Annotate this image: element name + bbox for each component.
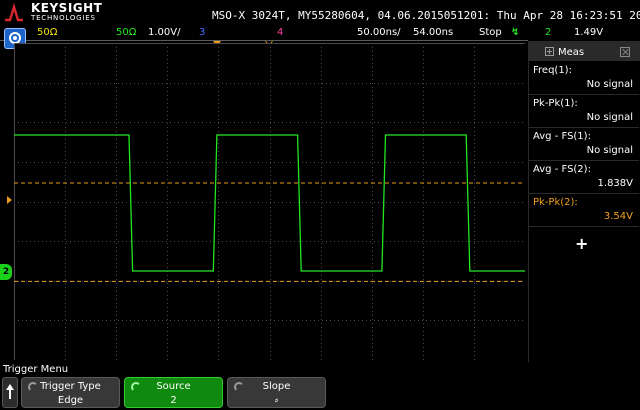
menu-title: Trigger Menu [3, 364, 69, 375]
softkey-value: 2 [170, 395, 177, 406]
meas-label: Pk-Pk(1): [533, 98, 578, 109]
close-icon[interactable] [620, 47, 630, 57]
graticule-background [14, 43, 525, 360]
meas-value: No signal [586, 112, 633, 123]
meas-item-pkpk-2[interactable]: Pk-Pk(2): 3.54V [529, 194, 639, 227]
meas-value: No signal [586, 79, 633, 90]
softkey-source[interactable]: Source 2 [124, 377, 223, 408]
meas-item-pkpk-1[interactable]: Pk-Pk(1): No signal [529, 95, 639, 128]
trigger-source[interactable]: 2 [545, 27, 551, 38]
softkey-slope[interactable]: Slope ⸗ [227, 377, 326, 408]
timebase-scale[interactable]: 50.00ns/ [357, 27, 401, 38]
meas-label: Avg - FS(1): [533, 131, 591, 142]
status-bar [0, 24, 640, 41]
ch4-indicator[interactable]: 4 [277, 27, 283, 38]
trigger-level-marker-icon [7, 196, 12, 204]
waveform-display[interactable] [14, 43, 525, 360]
meas-value: 3.54V [603, 211, 633, 222]
meas-label: Freq(1): [533, 65, 572, 76]
trigger-level[interactable]: 1.49V [574, 27, 603, 38]
ch2-scale[interactable]: 1.00V/ [148, 27, 180, 38]
ch3-indicator[interactable]: 3 [199, 27, 205, 38]
home-dot [13, 36, 17, 40]
softkey-value: Edge [57, 395, 84, 406]
instrument-title: MSO-X 3024T, MY55280604, 04.06.201505120… [212, 9, 640, 22]
brand-subtitle: TECHNOLOGIES [31, 14, 96, 22]
softkey-value: ⸗ [274, 395, 279, 406]
run-state[interactable]: Stop [479, 27, 502, 38]
ch2-ground-marker[interactable]: 2 [0, 264, 12, 280]
meas-item-avg-fs-1[interactable]: Avg - FS(1): No signal [529, 128, 639, 161]
softkey-trigger-type[interactable]: Trigger Type Edge [21, 377, 120, 408]
expand-icon[interactable] [545, 47, 554, 56]
status-divider [0, 40, 528, 41]
back-arrow-stem [9, 390, 11, 399]
meas-value: 1.838V [597, 178, 633, 189]
measurements-title: Meas [558, 47, 585, 58]
softkey-label: Trigger Type [40, 381, 101, 392]
keysight-logo-icon [5, 3, 23, 22]
brand-name: KEYSIGHT [31, 1, 103, 15]
ch2-impedance[interactable]: 50Ω [116, 27, 136, 38]
softkey-label: Source [156, 381, 191, 392]
meas-item-freq-1[interactable]: Freq(1): No signal [529, 62, 639, 95]
add-measurement-button[interactable]: + [575, 234, 588, 253]
meas-label: Pk-Pk(2): [533, 197, 578, 208]
back-button[interactable] [2, 377, 18, 408]
ch1-impedance[interactable]: 50Ω [37, 27, 57, 38]
softkey-label: Slope [262, 381, 291, 392]
meas-label: Avg - FS(2): [533, 164, 591, 175]
trigger-slope-icon: ↯ [511, 27, 520, 38]
meas-value: No signal [586, 145, 633, 156]
time-delay[interactable]: 54.00ns [413, 27, 453, 38]
meas-item-avg-fs-2[interactable]: Avg - FS(2): 1.838V [529, 161, 639, 194]
